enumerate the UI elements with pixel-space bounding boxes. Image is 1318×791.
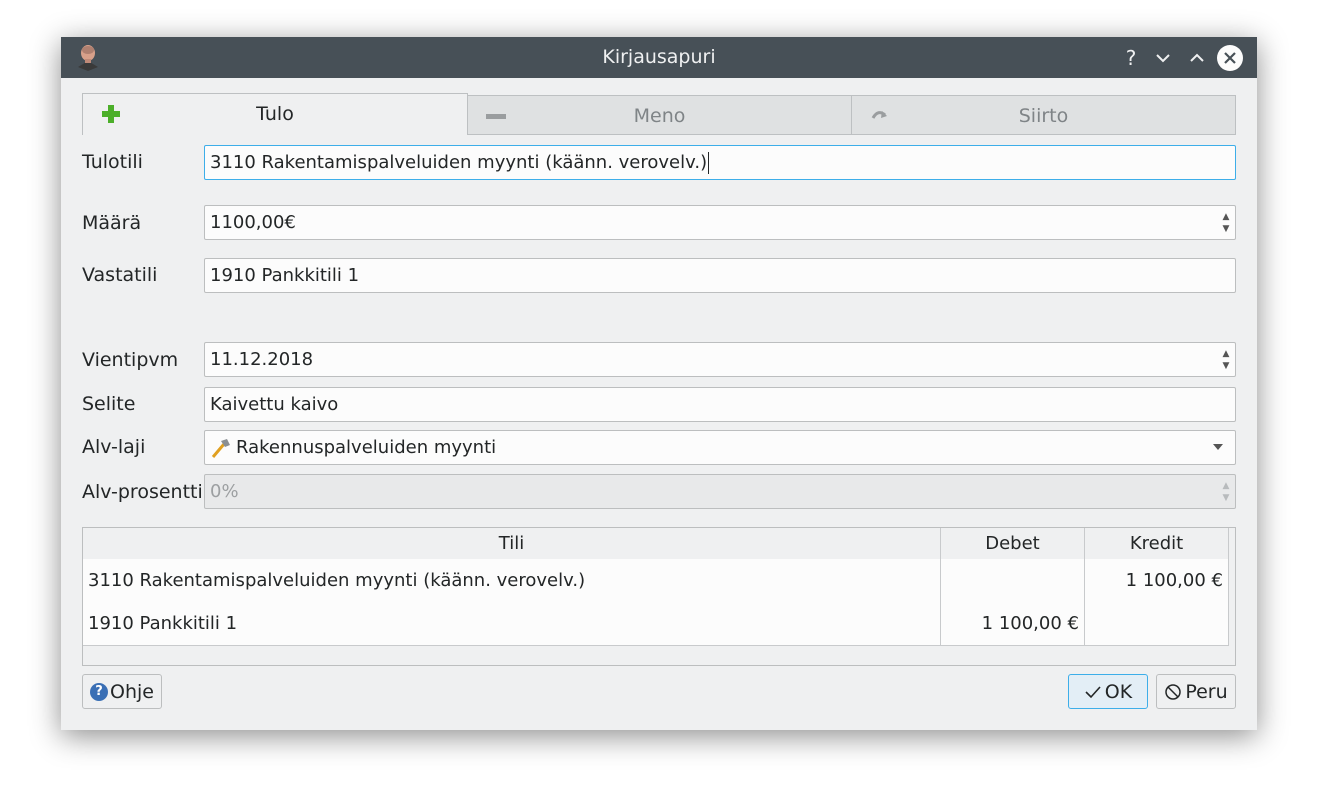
window-title: Kirjausapuri [602, 46, 716, 68]
vientipvm-field[interactable]: 11.12.2018 ▲ ▼ [204, 342, 1236, 377]
table-row[interactable]: 1910 Pankkitili 1 1 100,00 € [83, 602, 1229, 646]
cell-debet[interactable]: 1 100,00 € [941, 602, 1085, 645]
selite-value: Kaivettu kaivo [210, 394, 339, 415]
spin-down-icon: ▼ [1222, 492, 1230, 503]
tulotili-field[interactable]: 3110 Rakentamispalveluiden myynti (käänn… [204, 145, 1236, 180]
column-header-kredit[interactable]: Kredit [1085, 528, 1229, 559]
help-button-label: Ohje [110, 680, 154, 703]
close-icon[interactable] [1217, 45, 1243, 71]
alvlaji-value: Rakennuspalveluiden myynti [236, 437, 497, 458]
selite-field[interactable]: Kaivettu kaivo [204, 387, 1236, 422]
vastatili-label: Vastatili [82, 264, 158, 286]
alvprosentti-spinner: ▲ ▼ [1217, 475, 1235, 508]
spin-up-icon[interactable]: ▲ [1223, 211, 1230, 223]
tab-meno[interactable]: Meno [467, 95, 852, 135]
minimize-icon[interactable] [1150, 45, 1176, 71]
spin-down-icon[interactable]: ▼ [1223, 223, 1230, 235]
selite-label: Selite [82, 393, 136, 415]
cell-tili[interactable]: 3110 Rakentamispalveluiden myynti (käänn… [83, 559, 941, 602]
alvlaji-label: Alv-laji [82, 436, 146, 458]
tulotili-value: 3110 Rakentamispalveluiden myynti (käänn… [210, 152, 708, 173]
tulotili-label: Tulotili [82, 151, 143, 173]
chevron-down-icon[interactable] [1213, 444, 1223, 450]
ok-button[interactable]: OK [1068, 674, 1148, 709]
ok-button-label: OK [1104, 680, 1133, 703]
cell-kredit[interactable] [1085, 602, 1229, 645]
cancel-button-label: Peru [1185, 680, 1228, 703]
tab-tulo[interactable]: Tulo [82, 93, 468, 135]
column-header-debet[interactable]: Debet [941, 528, 1085, 559]
vientipvm-value: 11.12.2018 [210, 349, 314, 370]
table-header: Tili Debet Kredit [83, 528, 1229, 560]
checkmark-icon [1085, 685, 1101, 698]
spin-up-icon: ▲ [1222, 480, 1230, 491]
cancel-button[interactable]: Peru [1156, 674, 1236, 709]
tab-siirto[interactable]: Siirto [851, 95, 1236, 135]
text-caret [708, 152, 710, 174]
maximize-icon[interactable] [1184, 45, 1210, 71]
alvprosentti-label: Alv-prosentti [82, 481, 203, 503]
entries-table[interactable]: Tili Debet Kredit 3110 Rakentamispalvelu… [82, 527, 1236, 666]
kirjausapuri-dialog: Kirjausapuri ? Tulo Meno Siirto Tulotili… [61, 37, 1257, 730]
column-header-tili[interactable]: Tili [83, 528, 941, 559]
help-icon[interactable]: ? [1118, 45, 1144, 71]
alvprosentti-field: 0% ▲ ▼ [204, 474, 1236, 509]
tab-tulo-label: Tulo [256, 103, 294, 125]
maara-spinner[interactable]: ▲ ▼ [1217, 206, 1235, 239]
tab-siirto-label: Siirto [1018, 105, 1069, 127]
help-circle-icon: ? [90, 682, 109, 701]
spin-up-icon[interactable]: ▲ [1223, 348, 1230, 360]
title-bar[interactable]: Kirjausapuri ? [61, 37, 1257, 78]
vientipvm-spinner[interactable]: ▲ ▼ [1217, 343, 1235, 376]
help-button[interactable]: ? Ohje [82, 674, 162, 709]
spin-down-icon[interactable]: ▼ [1223, 360, 1230, 372]
hammer-icon [211, 439, 230, 458]
vientipvm-label: Vientipvm [82, 349, 179, 371]
maara-field[interactable]: 1100,00€ ▲ ▼ [204, 205, 1236, 240]
vastatili-field[interactable]: 1910 Pankkitili 1 [204, 258, 1236, 293]
table-row[interactable]: 3110 Rakentamispalveluiden myynti (käänn… [83, 559, 1229, 603]
cell-tili[interactable]: 1910 Pankkitili 1 [83, 602, 941, 645]
tab-meno-label: Meno [633, 105, 686, 127]
alvprosentti-value: 0% [210, 481, 239, 502]
maara-value: 1100,00€ [210, 212, 296, 233]
vastatili-value: 1910 Pankkitili 1 [210, 265, 360, 286]
alvlaji-combobox[interactable]: Rakennuspalveluiden myynti [204, 430, 1236, 465]
cell-debet[interactable] [941, 559, 1085, 602]
cancel-icon [1165, 683, 1182, 700]
cell-kredit[interactable]: 1 100,00 € [1085, 559, 1229, 602]
maara-label: Määrä [82, 212, 142, 234]
